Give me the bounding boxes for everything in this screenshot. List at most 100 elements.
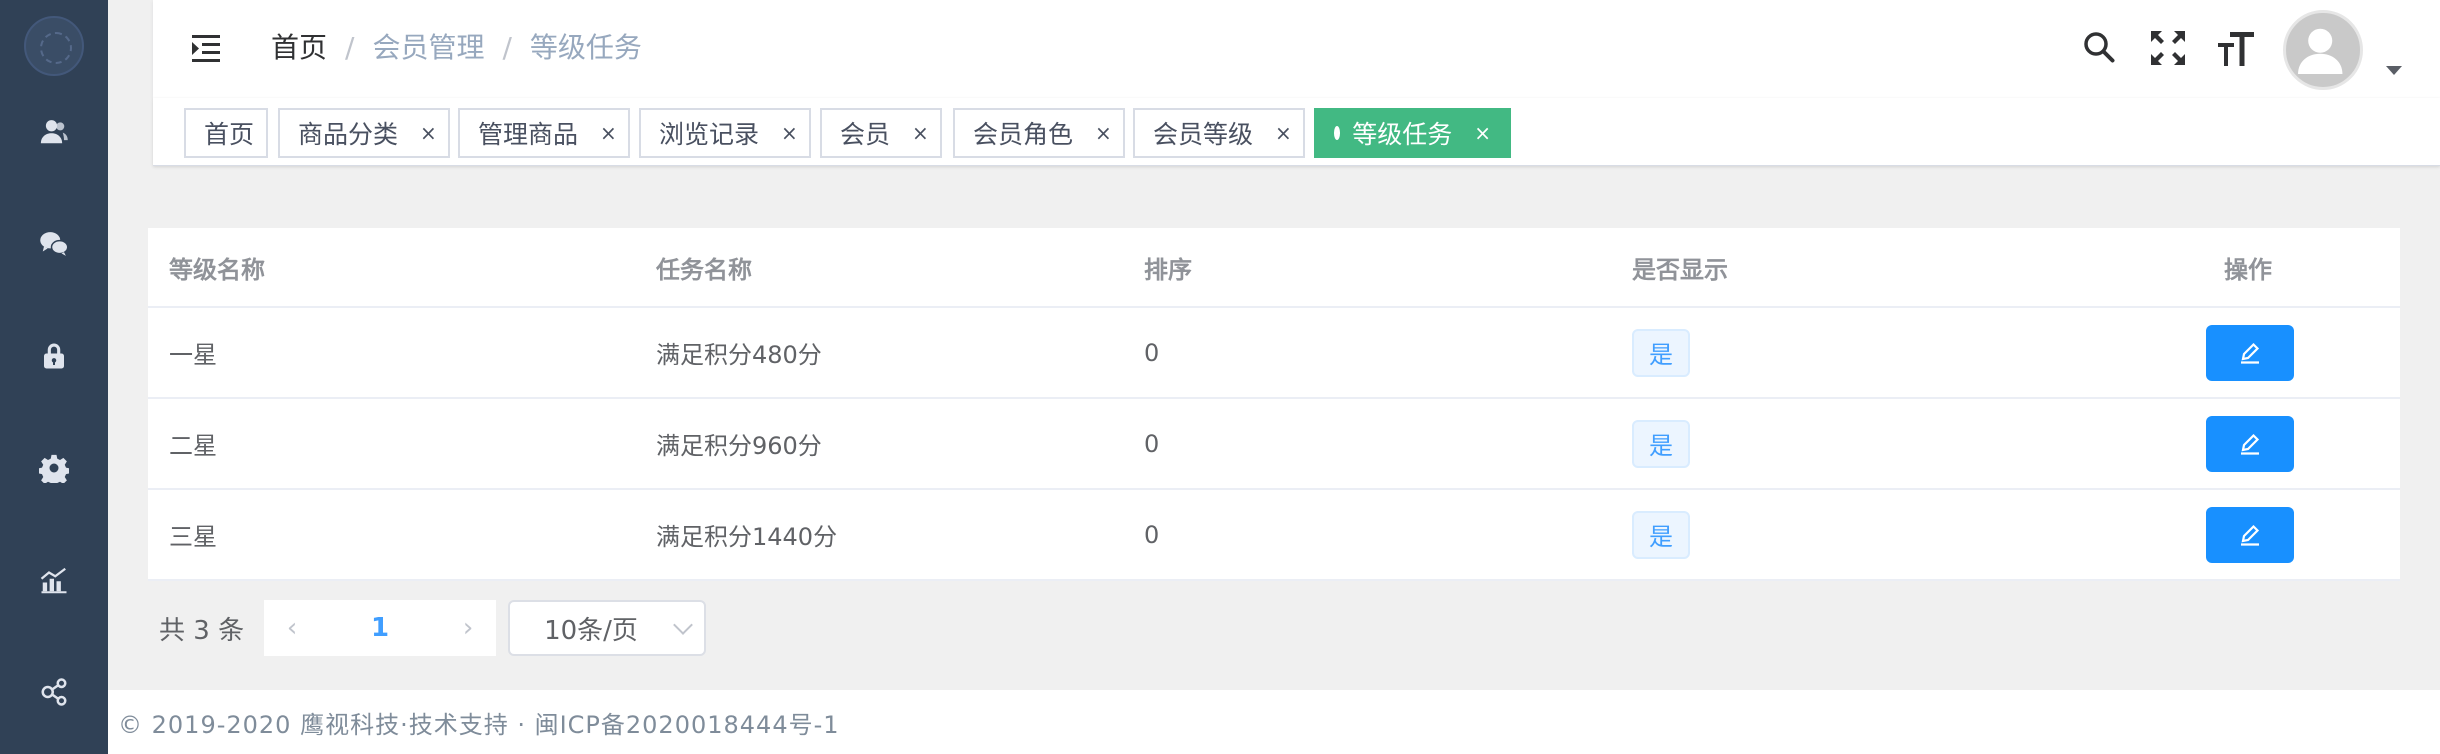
close-icon[interactable]: × (600, 121, 617, 145)
cell-task-name: 满足积分960分 (656, 432, 822, 460)
tag-label: 首页 (204, 120, 255, 149)
tag-label: 管理商品 (478, 120, 579, 149)
chevron-left-icon: ‹ (286, 613, 298, 643)
sidebar (0, 0, 108, 754)
table-row: 一星 满足积分480分 0 是 (148, 308, 2400, 399)
sidebar-item-share[interactable] (0, 662, 108, 722)
sidebar-item-lock[interactable] (0, 326, 108, 386)
tag-product-category[interactable]: 商品分类 × (278, 108, 450, 158)
active-dot (1334, 126, 1341, 140)
breadcrumb-member-management: 会员管理 (372, 31, 485, 64)
wechat-icon (40, 232, 69, 256)
page-size-select[interactable]: 10条/页 (508, 600, 707, 656)
edit-icon (2241, 524, 2260, 546)
tag-label: 等级任务 (1352, 120, 1453, 149)
breadcrumb: 首页 / 会员管理 / 等级任务 (271, 28, 642, 68)
visible-badge: 是 (1632, 419, 1690, 468)
prev-page-button[interactable]: ‹ (264, 600, 320, 656)
menu-fold-icon (192, 35, 220, 62)
font-size-button[interactable] (2216, 28, 2256, 68)
cell-task-name: 满足积分480分 (656, 341, 822, 369)
cell-level-name: 一星 (169, 341, 217, 369)
close-icon[interactable]: × (420, 121, 437, 145)
sidebar-item-settings[interactable] (0, 438, 108, 498)
table-row: 三星 满足积分1440分 0 是 (148, 490, 2400, 581)
breadcrumb-separator: / (345, 31, 355, 64)
column-header-actions: 操作 (2224, 255, 2272, 284)
breadcrumb-separator: / (502, 31, 512, 64)
page-number-current[interactable]: 1 (320, 600, 440, 656)
cell-level-name: 三星 (169, 523, 217, 551)
cell-sort: 0 (1144, 520, 1160, 549)
cell-sort: 0 (1144, 429, 1160, 458)
chart-icon (40, 567, 67, 594)
pagination: 共 3 条 ‹ 1 › 10条/页 (148, 600, 707, 656)
tag-member-levels[interactable]: 会员等级 × (1133, 108, 1305, 158)
column-header-sort: 排序 (1144, 255, 1192, 284)
visible-badge: 是 (1632, 328, 1690, 377)
navbar: 首页 / 会员管理 / 等级任务 (153, 0, 2440, 98)
tag-label: 会员角色 (973, 120, 1074, 149)
footer: © 2019-2020 鹰视科技·技术支持 · 闽ICP备2020018444号… (108, 690, 2440, 754)
sidebar-item-users[interactable] (0, 102, 108, 162)
sidebar-item-charts[interactable] (0, 550, 108, 610)
sidebar-item-wechat[interactable] (0, 214, 108, 274)
logo (24, 16, 84, 76)
text-size-icon (2218, 32, 2254, 66)
column-header-visible: 是否显示 (1632, 255, 1728, 284)
cell-visible: 是 (1632, 490, 1690, 579)
fullscreen-button[interactable] (2148, 28, 2188, 68)
close-icon[interactable]: × (1474, 121, 1491, 145)
tag-manage-products[interactable]: 管理商品 × (458, 108, 630, 158)
tag-label: 会员 (840, 120, 891, 149)
tags-view: 首页 商品分类 × 管理商品 × 浏览记录 × 会员 × 会员角色 × 会员等级 × 等级任… (153, 98, 2440, 166)
search-button[interactable] (2080, 28, 2120, 68)
breadcrumb-home[interactable]: 首页 (271, 28, 327, 68)
table-row: 二星 满足积分960分 0 是 (148, 399, 2400, 490)
tag-level-tasks[interactable]: 等级任务 × (1314, 108, 1511, 158)
pager: ‹ 1 › (264, 600, 497, 656)
page-size-value: 10条/页 (544, 615, 638, 646)
close-icon[interactable]: × (1275, 121, 1292, 145)
close-icon[interactable]: × (1095, 121, 1112, 145)
tag-browse-history[interactable]: 浏览记录 × (639, 108, 811, 158)
chevron-down-icon (673, 615, 693, 635)
column-header-task-name: 任务名称 (656, 255, 752, 284)
close-icon[interactable]: × (781, 121, 798, 145)
edit-button[interactable] (2206, 325, 2294, 381)
hamburger-button[interactable] (188, 30, 224, 66)
cell-visible: 是 (1632, 399, 1690, 488)
chevron-right-icon: › (462, 613, 474, 643)
tag-label: 会员等级 (1153, 120, 1254, 149)
users-icon (40, 120, 68, 144)
gear-icon (39, 454, 69, 483)
tag-member-roles[interactable]: 会员角色 × (953, 108, 1125, 158)
share-icon (41, 678, 67, 706)
cell-task-name: 满足积分1440分 (656, 523, 838, 551)
edit-button[interactable] (2206, 507, 2294, 563)
lock-icon (44, 343, 64, 369)
edit-icon (2241, 433, 2260, 455)
close-icon[interactable]: × (912, 121, 929, 145)
next-page-button[interactable]: › (440, 600, 496, 656)
breadcrumb-level-tasks: 等级任务 (529, 31, 642, 64)
fullscreen-icon (2151, 31, 2185, 65)
pagination-total: 共 3 条 (159, 615, 245, 646)
visible-badge: 是 (1632, 510, 1690, 559)
avatar[interactable] (2283, 10, 2363, 90)
column-header-level-name: 等级名称 (169, 255, 265, 284)
search-icon (2084, 32, 2115, 63)
cell-sort: 0 (1144, 338, 1160, 367)
cell-visible: 是 (1632, 308, 1690, 397)
edit-button[interactable] (2206, 416, 2294, 472)
tag-home[interactable]: 首页 (184, 108, 268, 158)
tag-member[interactable]: 会员 × (820, 108, 942, 158)
level-task-table: 等级名称 任务名称 排序 是否显示 操作 一星 满足积分480分 0 是 二星 … (148, 228, 2400, 581)
table-header: 等级名称 任务名称 排序 是否显示 操作 (148, 228, 2400, 308)
caret-down-icon[interactable] (2386, 66, 2402, 75)
tag-label: 商品分类 (298, 120, 399, 149)
user-avatar-icon (2298, 28, 2343, 75)
footer-copyright: © 2019-2020 鹰视科技·技术支持 · 闽ICP备2020018444号… (118, 710, 840, 739)
edit-icon (2241, 342, 2260, 364)
tag-label: 浏览记录 (659, 120, 760, 149)
